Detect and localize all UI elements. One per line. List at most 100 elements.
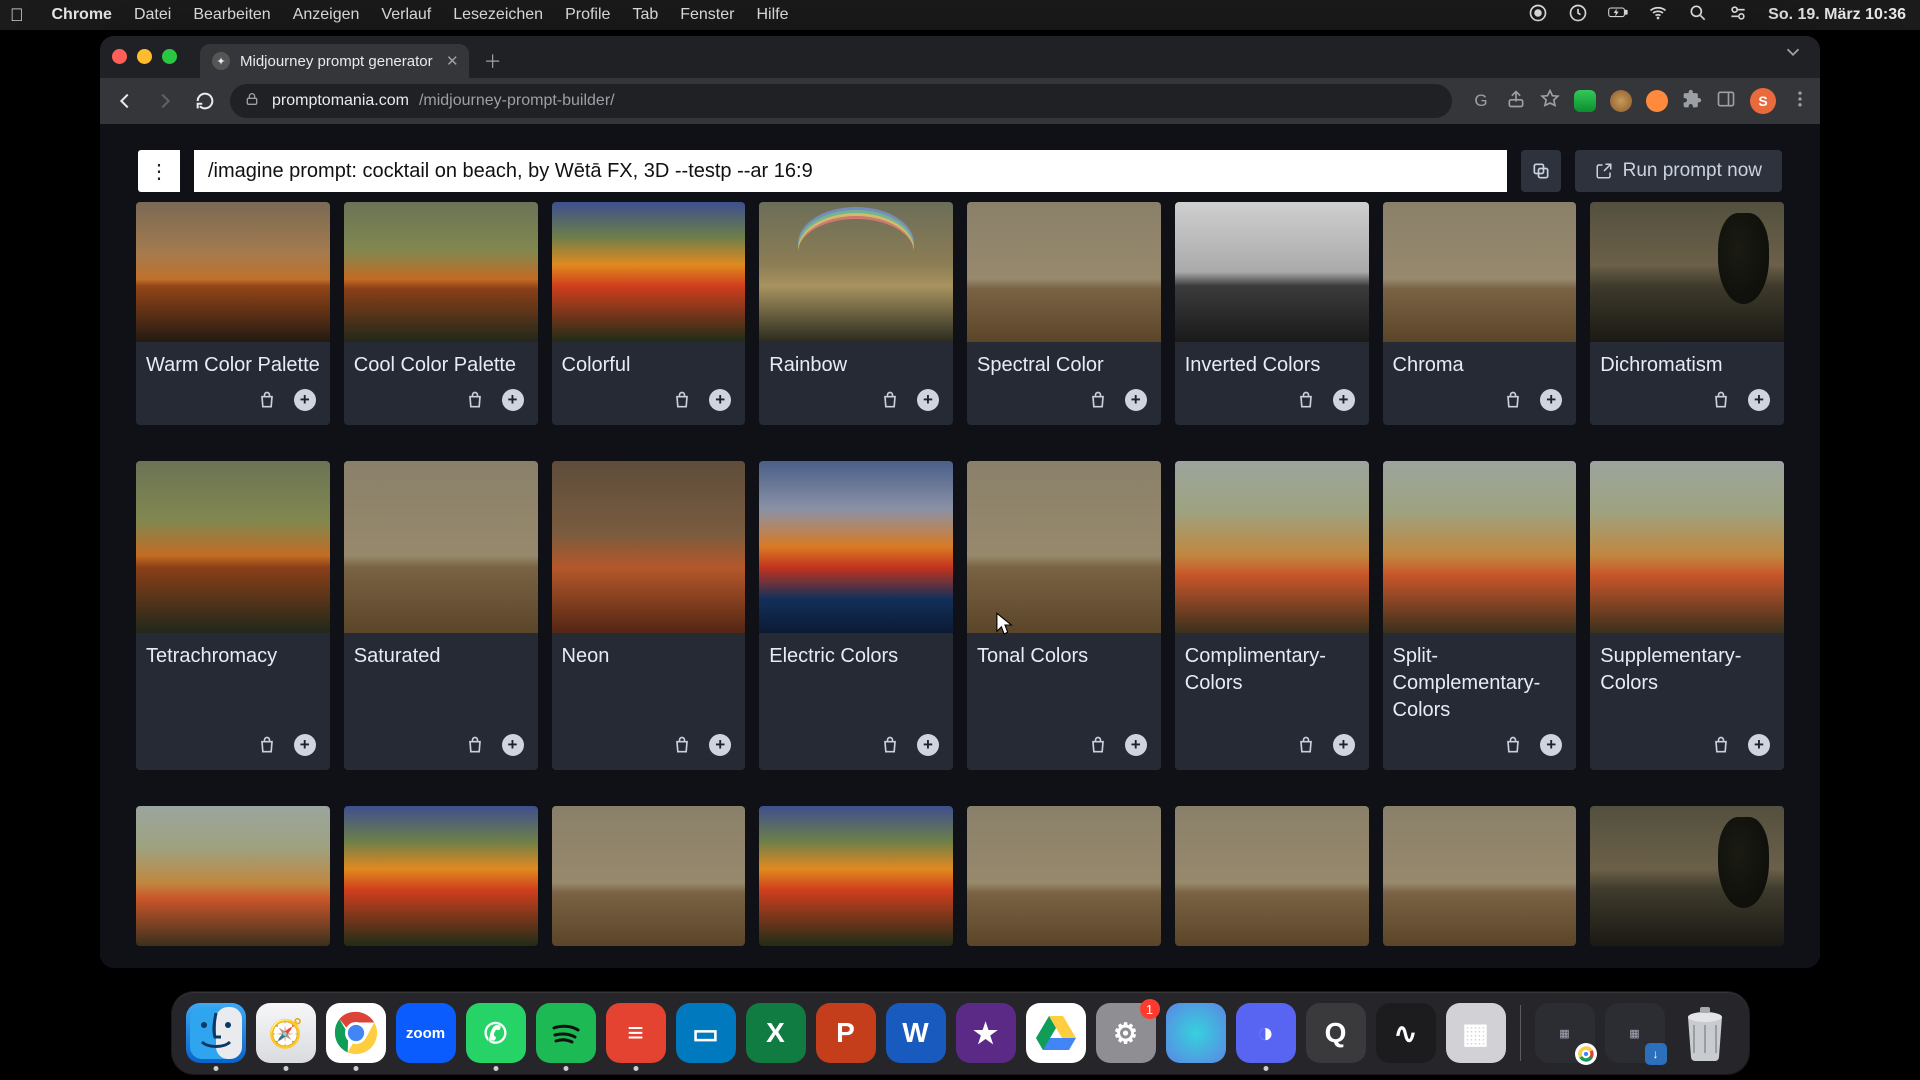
chrome-sidepanel-icon[interactable]	[1716, 89, 1736, 114]
tile-weight-icon[interactable]	[256, 389, 278, 411]
dock-app-whatsapp[interactable]: ✆	[466, 1003, 526, 1063]
tile-thumbnail[interactable]	[136, 461, 330, 633]
extension-icon-2[interactable]	[1610, 90, 1632, 112]
menubar-app-name[interactable]: Chrome	[52, 6, 112, 24]
dock-app-settings[interactable]: ⚙1	[1096, 1003, 1156, 1063]
menu-hilfe[interactable]: Hilfe	[756, 6, 788, 24]
style-tile[interactable]: Cool Color Palette+	[344, 202, 538, 425]
dock-app-spotify[interactable]	[536, 1003, 596, 1063]
tile-weight-icon[interactable]	[464, 389, 486, 411]
style-tile[interactable]: Neon+	[552, 461, 746, 770]
tile-thumbnail[interactable]	[1590, 806, 1784, 946]
menu-profile[interactable]: Profile	[565, 6, 610, 24]
style-tile[interactable]: Colorful+	[552, 202, 746, 425]
tile-add-button[interactable]: +	[1125, 389, 1147, 411]
tile-thumbnail[interactable]	[344, 461, 538, 633]
dock-app-powerpoint[interactable]: P	[816, 1003, 876, 1063]
tab-close-icon[interactable]: ✕	[446, 52, 459, 70]
menubar-battery-icon[interactable]	[1608, 3, 1628, 28]
style-tile[interactable]: Spectral Color+	[967, 202, 1161, 425]
tile-add-button[interactable]: +	[709, 389, 731, 411]
tile-add-button[interactable]: +	[502, 734, 524, 756]
style-tile[interactable]	[759, 806, 953, 946]
chrome-urlbar[interactable]: promptomania.com/midjourney-prompt-build…	[230, 84, 1452, 118]
tile-thumbnail[interactable]	[967, 806, 1161, 946]
window-close-button[interactable]	[112, 49, 127, 64]
dock-trash[interactable]	[1675, 1003, 1735, 1063]
menubar-wifi-icon[interactable]	[1648, 3, 1668, 28]
tile-weight-icon[interactable]	[1295, 734, 1317, 756]
tile-weight-icon[interactable]	[256, 734, 278, 756]
tile-thumbnail[interactable]	[1175, 461, 1369, 633]
chrome-profile-avatar[interactable]: S	[1750, 88, 1776, 114]
menu-bearbeiten[interactable]: Bearbeiten	[193, 6, 270, 24]
window-minimize-button[interactable]	[137, 49, 152, 64]
tile-weight-icon[interactable]	[671, 389, 693, 411]
style-tile[interactable]	[344, 806, 538, 946]
style-tile[interactable]: Tetrachromacy+	[136, 461, 330, 770]
tile-add-button[interactable]: +	[1540, 734, 1562, 756]
tile-weight-icon[interactable]	[879, 734, 901, 756]
tile-thumbnail[interactable]	[1590, 202, 1784, 342]
tile-thumbnail[interactable]	[344, 202, 538, 342]
tile-weight-icon[interactable]	[1710, 734, 1732, 756]
menubar-spotlight-icon[interactable]	[1688, 3, 1708, 28]
tile-thumbnail[interactable]	[136, 202, 330, 342]
tile-weight-icon[interactable]	[1502, 734, 1524, 756]
style-tile[interactable]: Warm Color Palette+	[136, 202, 330, 425]
tile-thumbnail[interactable]	[759, 806, 953, 946]
tile-thumbnail[interactable]	[967, 202, 1161, 342]
dock-app-safari[interactable]: 🧭	[256, 1003, 316, 1063]
style-tile[interactable]	[552, 806, 746, 946]
style-tile[interactable]	[1590, 806, 1784, 946]
extension-icon-3[interactable]	[1646, 90, 1668, 112]
new-tab-button[interactable]: ＋	[479, 47, 507, 75]
style-tile[interactable]: Chroma+	[1383, 202, 1577, 425]
tile-add-button[interactable]: +	[709, 734, 731, 756]
chrome-extensions-icon[interactable]	[1682, 89, 1702, 114]
menu-anzeigen[interactable]: Anzeigen	[293, 6, 360, 24]
tile-weight-icon[interactable]	[879, 389, 901, 411]
tile-add-button[interactable]: +	[917, 389, 939, 411]
tile-thumbnail[interactable]	[1383, 461, 1577, 633]
tab-overflow-icon[interactable]	[1782, 41, 1804, 68]
tile-add-button[interactable]: +	[1540, 389, 1562, 411]
dock-app-finder[interactable]	[186, 1003, 246, 1063]
menu-datei[interactable]: Datei	[134, 6, 171, 24]
tile-add-button[interactable]: +	[502, 389, 524, 411]
apple-menu-icon[interactable]: 	[10, 6, 24, 24]
style-tile[interactable]: Supplementary-Colors+	[1590, 461, 1784, 770]
window-zoom-button[interactable]	[162, 49, 177, 64]
chrome-translate-icon[interactable]: G	[1470, 90, 1492, 112]
tile-add-button[interactable]: +	[1333, 734, 1355, 756]
style-tile[interactable]	[967, 806, 1161, 946]
tile-thumbnail[interactable]	[344, 806, 538, 946]
style-tile[interactable]: Electric Colors+	[759, 461, 953, 770]
tile-weight-icon[interactable]	[1295, 389, 1317, 411]
style-tile[interactable]: Split-Complementary-Colors+	[1383, 461, 1577, 770]
dock-app-zoom[interactable]: zoom	[396, 1003, 456, 1063]
prompt-menu-button[interactable]: ⋮	[138, 150, 180, 192]
tile-thumbnail[interactable]	[552, 806, 746, 946]
menu-fenster[interactable]: Fenster	[680, 6, 734, 24]
menu-lesezeichen[interactable]: Lesezeichen	[453, 6, 543, 24]
tile-thumbnail[interactable]	[759, 461, 953, 633]
menu-verlauf[interactable]: Verlauf	[381, 6, 431, 24]
tile-add-button[interactable]: +	[1748, 389, 1770, 411]
tile-thumbnail[interactable]	[1383, 806, 1577, 946]
dock-app-discord[interactable]: ◑	[1236, 1003, 1296, 1063]
style-tile[interactable]: Dichromatism+	[1590, 202, 1784, 425]
tile-add-button[interactable]: +	[294, 389, 316, 411]
tile-weight-icon[interactable]	[464, 734, 486, 756]
style-tile[interactable]: Inverted Colors+	[1175, 202, 1369, 425]
style-tile[interactable]	[1175, 806, 1369, 946]
tile-add-button[interactable]: +	[1125, 734, 1147, 756]
tile-weight-icon[interactable]	[671, 734, 693, 756]
tile-thumbnail[interactable]	[759, 202, 953, 342]
tile-weight-icon[interactable]	[1502, 389, 1524, 411]
tile-thumbnail[interactable]	[1590, 461, 1784, 633]
chrome-menu-icon[interactable]	[1790, 89, 1810, 114]
tile-weight-icon[interactable]	[1087, 734, 1109, 756]
prompt-input[interactable]	[194, 150, 1507, 192]
tile-weight-icon[interactable]	[1710, 389, 1732, 411]
